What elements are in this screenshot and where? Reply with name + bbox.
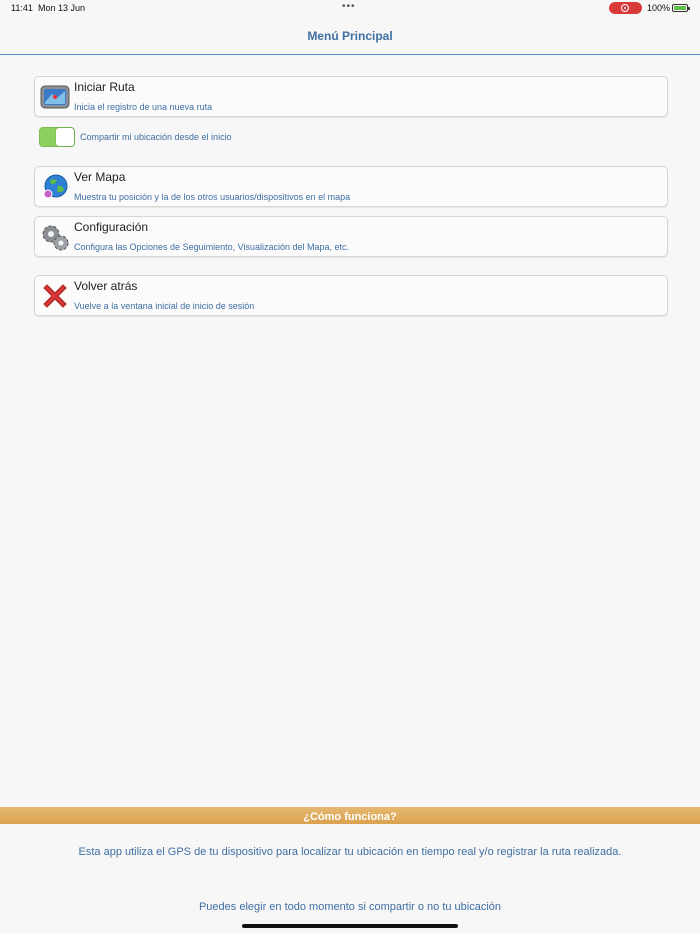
home-indicator[interactable] bbox=[242, 924, 458, 928]
share-location-label: Compartir mi ubicación desde el inicio bbox=[80, 132, 232, 142]
share-location-toggle[interactable] bbox=[39, 127, 75, 147]
status-bar: 11:41 Mon 13 Jun ••• 100% bbox=[0, 0, 700, 17]
settings-subtitle: Configura las Opciones de Seguimiento, V… bbox=[74, 242, 349, 252]
globe-icon bbox=[43, 174, 68, 199]
gps-device-icon bbox=[40, 85, 70, 109]
how-it-works-title: ¿Cómo funciona? bbox=[303, 811, 397, 823]
toggle-knob bbox=[56, 128, 74, 146]
status-time: 11:41 bbox=[11, 3, 33, 13]
how-it-works-header: ¿Cómo funciona? bbox=[0, 807, 700, 824]
navigation-bar: Menú Principal bbox=[0, 17, 700, 55]
status-date: Mon 13 Jun bbox=[38, 3, 86, 13]
go-back-title: Volver atrás bbox=[74, 279, 138, 293]
multitask-dots[interactable]: ••• bbox=[342, 1, 356, 12]
start-route-subtitle: Inicia el registro de una nueva ruta bbox=[74, 102, 213, 112]
go-back-subtitle: Vuelve a la ventana inicial de inicio de… bbox=[74, 301, 255, 311]
view-map-subtitle: Muestra tu posición y la de los otros us… bbox=[74, 192, 351, 202]
start-route-title: Iniciar Ruta bbox=[74, 80, 135, 94]
settings-button[interactable]: Configuración Configura las Opciones de … bbox=[34, 216, 668, 257]
start-route-button[interactable]: Iniciar Ruta Inicia el registro de una n… bbox=[34, 76, 668, 117]
battery-icon bbox=[672, 4, 690, 12]
red-x-icon bbox=[43, 284, 67, 308]
screen-recording-indicator[interactable] bbox=[609, 2, 642, 14]
view-map-button[interactable]: Ver Mapa Muestra tu posición y la de los… bbox=[34, 166, 668, 207]
go-back-button[interactable]: Volver atrás Vuelve a la ventana inicial… bbox=[34, 275, 668, 316]
view-map-title: Ver Mapa bbox=[74, 170, 126, 184]
gears-icon bbox=[42, 225, 69, 251]
record-icon bbox=[621, 4, 629, 12]
settings-title: Configuración bbox=[74, 220, 149, 234]
info-share-note: Puedes elegir en todo momento si compart… bbox=[198, 901, 502, 913]
battery-percentage: 100% bbox=[647, 3, 671, 13]
info-description: Esta app utiliza el GPS de tu dispositiv… bbox=[78, 846, 622, 858]
page-title: Menú Principal bbox=[307, 29, 393, 43]
